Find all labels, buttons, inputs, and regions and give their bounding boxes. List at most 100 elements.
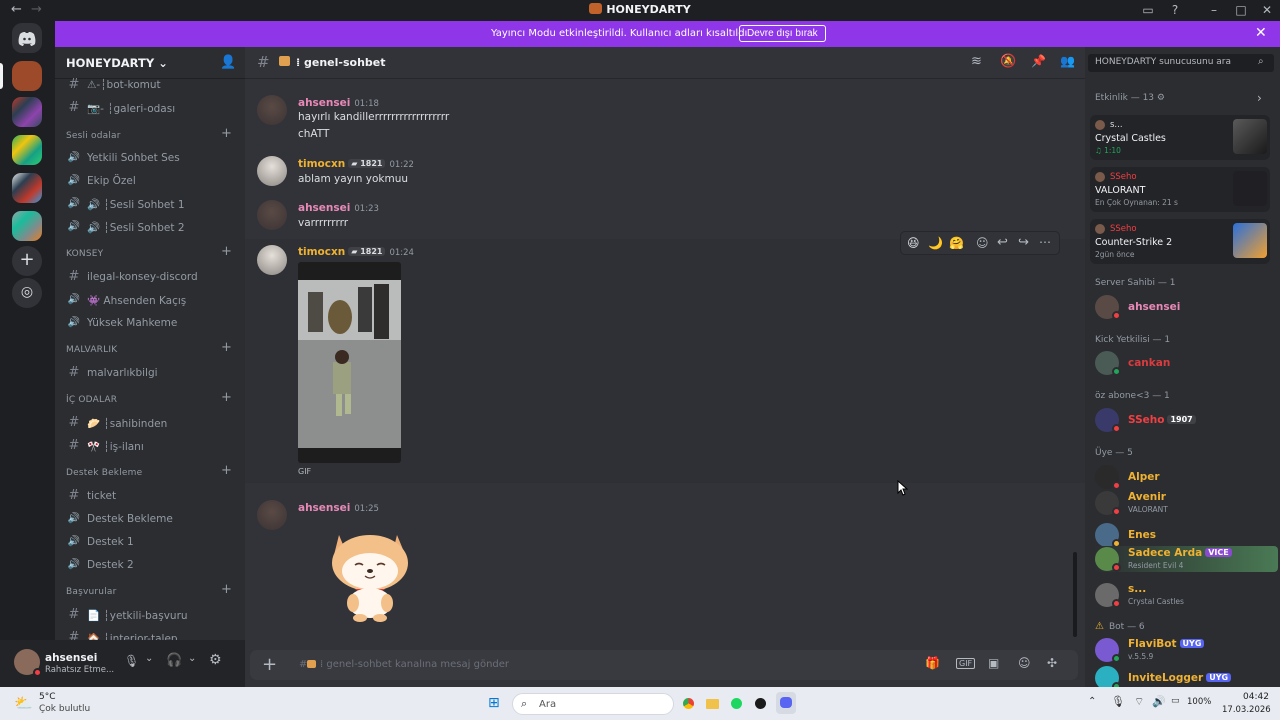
- gif-picker-icon[interactable]: GIF: [956, 658, 976, 669]
- message-author[interactable]: ahsensei 01:23: [298, 202, 379, 214]
- app-icon[interactable]: [755, 698, 766, 709]
- channel-item[interactable]: 🔊 👾 Ahsenden Kaçış: [63, 290, 233, 310]
- discord-taskbar-active[interactable]: [776, 692, 796, 714]
- chevron-right-icon[interactable]: ›: [1257, 91, 1262, 105]
- close-icon[interactable]: ✕: [1255, 25, 1267, 41]
- channel-item[interactable]: # malvarlıkbilgi: [63, 363, 233, 383]
- minimize-button[interactable]: –: [1206, 3, 1222, 17]
- category-header[interactable]: Başvurular: [66, 587, 117, 597]
- disable-streamer-mode-button[interactable]: Devre dışı bırak: [739, 25, 826, 42]
- clock-date[interactable]: 17.03.2026: [1222, 705, 1271, 715]
- server-name[interactable]: HONEYDARTY ⌄: [66, 56, 168, 70]
- close-window-button[interactable]: ✕: [1259, 3, 1275, 17]
- message-author[interactable]: timocxn ▰ 1821 01:24: [298, 246, 414, 258]
- gear-icon[interactable]: ⚙: [1157, 93, 1165, 103]
- channel-item[interactable]: # ilegal-konsey-discord: [63, 267, 233, 287]
- gif-attachment[interactable]: [298, 262, 401, 463]
- channel-item[interactable]: 🔊 Yüksek Mahkeme: [63, 313, 233, 333]
- wifi-icon[interactable]: ⌔: [1134, 695, 1144, 709]
- maximize-button[interactable]: □: [1233, 3, 1249, 17]
- more-options-icon[interactable]: ⋯: [1039, 235, 1051, 249]
- channel-item[interactable]: 🔊 🔊 ┆Sesli Sohbet 2: [63, 217, 233, 237]
- notification-bell-muted-icon[interactable]: 🔕: [1000, 54, 1016, 69]
- invite-people-icon[interactable]: 👤: [220, 55, 236, 70]
- channel-item[interactable]: 🔊 🔊 ┆Sesli Sohbet 1: [63, 194, 233, 214]
- add-server-icon[interactable]: +: [12, 246, 42, 276]
- avatar[interactable]: [257, 500, 287, 530]
- sticker-icon[interactable]: ▣: [988, 656, 999, 670]
- message-author[interactable]: ahsensei 01:18: [298, 97, 379, 109]
- microphone-icon[interactable]: 🎙: [1111, 695, 1125, 708]
- settings-gear-icon[interactable]: ⚙: [209, 652, 222, 668]
- channel-item[interactable]: 🔊 Yetkili Sohbet Ses: [63, 148, 233, 168]
- add-channel-icon[interactable]: +: [221, 582, 232, 597]
- avatar[interactable]: [257, 156, 287, 186]
- pin-icon[interactable]: 📌: [1031, 54, 1046, 68]
- headphones-icon[interactable]: 🎧: [166, 653, 182, 668]
- message-author[interactable]: timocxn ▰ 1821 01:22: [298, 158, 414, 170]
- windows-start-icon[interactable]: ⊞: [488, 695, 500, 711]
- member-item[interactable]: SSeho 1907: [1093, 407, 1278, 433]
- member-item[interactable]: FlaviBot UYG v.5.5.9: [1093, 637, 1278, 663]
- search-input[interactable]: HONEYDARTY sunucusunu ara: [1095, 57, 1231, 67]
- username[interactable]: ahsensei: [45, 652, 97, 664]
- channel-item[interactable]: 🔊 Destek 1: [63, 532, 233, 552]
- avatar[interactable]: [257, 200, 287, 230]
- member-item[interactable]: Enes: [1093, 522, 1278, 548]
- add-channel-icon[interactable]: +: [221, 463, 232, 478]
- category-header[interactable]: Sesli odalar: [66, 131, 121, 141]
- avatar[interactable]: [257, 95, 287, 125]
- channel-item[interactable]: # 🎌 ┆iş-ilanı: [63, 436, 233, 456]
- add-channel-icon[interactable]: +: [221, 390, 232, 405]
- channel-item[interactable]: 🔊 Destek Bekleme: [63, 509, 233, 529]
- avatar[interactable]: [257, 245, 287, 275]
- discord-home-icon[interactable]: [12, 23, 42, 53]
- server-folder-icon[interactable]: [12, 211, 42, 241]
- server-folder-icon[interactable]: [12, 97, 42, 127]
- add-channel-icon[interactable]: +: [221, 244, 232, 259]
- message-input[interactable]: ⁞ genel-sohbet kanalına mesaj gönder: [320, 659, 509, 670]
- channel-item[interactable]: 🔊 Destek 2: [63, 555, 233, 575]
- reaction-laugh-icon[interactable]: 😆: [907, 236, 920, 250]
- server-folder-icon[interactable]: [12, 135, 42, 165]
- member-item[interactable]: InviteLogger UYG: [1093, 665, 1278, 687]
- battery-icon[interactable]: ▭: [1171, 696, 1180, 706]
- server-honeydarty-icon[interactable]: [12, 61, 42, 91]
- member-list-icon[interactable]: 👥: [1060, 54, 1075, 68]
- weather-temp[interactable]: 5°C: [39, 692, 56, 702]
- gift-icon[interactable]: 🎁: [925, 656, 940, 670]
- shiba-sticker[interactable]: [325, 523, 415, 623]
- reaction-hug-icon[interactable]: 🤗: [949, 236, 964, 250]
- activity-card[interactable]: s... Crystal Castles ♫ 1:10: [1090, 115, 1270, 160]
- chevron-down-icon[interactable]: ⌄: [188, 653, 196, 664]
- member-item[interactable]: Alper: [1093, 464, 1278, 490]
- volume-icon[interactable]: 🔊: [1152, 695, 1166, 708]
- chevron-down-icon[interactable]: ⌄: [145, 653, 153, 664]
- add-reaction-icon[interactable]: ☺: [976, 236, 989, 250]
- category-header[interactable]: Destek Bekleme: [66, 468, 142, 478]
- taskbar-search-input[interactable]: Ara: [539, 699, 556, 710]
- inbox-icon[interactable]: ▭: [1140, 3, 1156, 17]
- member-item[interactable]: s... Crystal Castles: [1093, 582, 1278, 608]
- channel-item[interactable]: # 🥟 ┆sahibinden: [63, 413, 233, 433]
- channel-item[interactable]: # ticket: [63, 486, 233, 506]
- channel-item[interactable]: # 📷- ┆galeri-odası: [63, 98, 233, 118]
- channel-item[interactable]: 🔊 Ekip Özel: [63, 171, 233, 191]
- taskbar-search[interactable]: ⌕ Ara: [512, 693, 674, 715]
- file-explorer-icon[interactable]: [706, 699, 719, 709]
- spotify-icon[interactable]: [731, 698, 742, 709]
- emoji-icon[interactable]: ☺: [1018, 656, 1031, 670]
- category-header[interactable]: MALVARLIK: [66, 345, 117, 355]
- add-channel-icon[interactable]: +: [221, 126, 232, 141]
- microphone-icon[interactable]: 🎙: [124, 654, 139, 668]
- message-author[interactable]: ahsensei 01:25: [298, 502, 379, 514]
- add-attachment-icon[interactable]: +: [262, 654, 277, 675]
- apps-icon[interactable]: ✣: [1047, 656, 1057, 670]
- channel-item[interactable]: # 📄 ┆yetkili-başvuru: [63, 605, 233, 625]
- channel-item[interactable]: # 🏠 ┆interior-talep: [63, 628, 233, 640]
- channel-item[interactable]: # ⚠-┆bot-komut: [63, 75, 233, 95]
- member-item[interactable]: ahsensei: [1093, 294, 1278, 320]
- discover-icon[interactable]: ◎: [12, 278, 42, 308]
- help-icon[interactable]: ?: [1167, 3, 1183, 17]
- threads-icon[interactable]: ≋: [971, 54, 982, 69]
